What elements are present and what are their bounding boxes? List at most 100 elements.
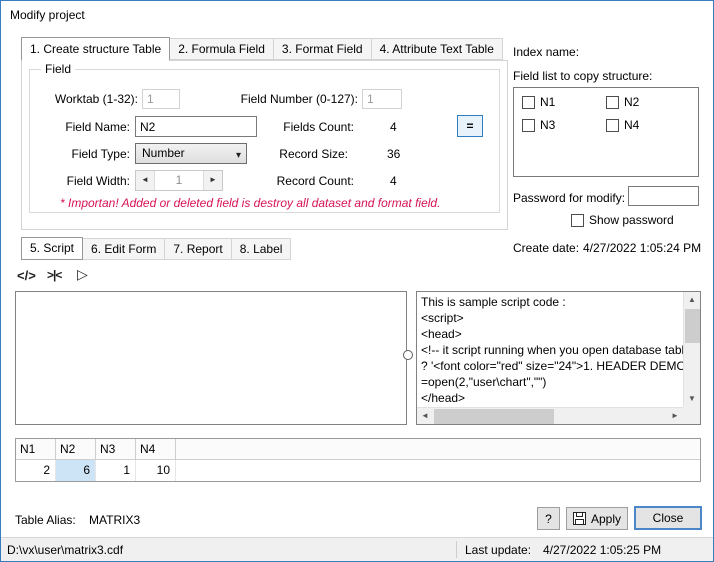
record-size-label: Record Size: bbox=[279, 147, 348, 161]
grid-data-row: 2 6 1 10 bbox=[16, 460, 700, 481]
field-name-label: Field Name: bbox=[65, 120, 130, 134]
table-alias-value: MATRIX3 bbox=[89, 513, 141, 527]
field-checkbox-n4[interactable]: N4 bbox=[606, 118, 639, 132]
grid-header-cell[interactable]: N4 bbox=[136, 439, 176, 460]
code-icon[interactable]: </> bbox=[17, 268, 36, 283]
field-groupbox-legend: Field bbox=[41, 62, 76, 76]
worktab-label: Worktab (1-32): bbox=[54, 92, 138, 106]
checkbox-icon bbox=[606, 118, 619, 132]
tab-report[interactable]: 7. Report bbox=[164, 238, 232, 260]
run-icon[interactable]: ▷ bbox=[77, 266, 88, 283]
last-update-value: 4/27/2022 1:05:25 PM bbox=[543, 543, 662, 557]
password-input[interactable] bbox=[628, 186, 699, 206]
grid-header-cell[interactable]: N1 bbox=[16, 439, 56, 460]
grid-header-cell[interactable]: N2 bbox=[56, 439, 96, 460]
checkbox-icon bbox=[571, 213, 584, 227]
apply-button[interactable]: Apply bbox=[566, 507, 628, 530]
destroy-warning-text: * Importan! Added or deleted field is de… bbox=[60, 196, 441, 210]
field-width-label: Field Width: bbox=[66, 174, 130, 188]
script-sample-box[interactable]: This is sample script code : <script> <h… bbox=[416, 291, 701, 425]
vertical-scroll-thumb[interactable] bbox=[685, 309, 700, 343]
tab-edit-form[interactable]: 6. Edit Form bbox=[82, 238, 166, 260]
scroll-down-icon[interactable]: ▼ bbox=[684, 391, 700, 407]
status-bar: D:\vx\user\matrix3.cdf Last update: 4/27… bbox=[1, 537, 713, 561]
checkbox-icon bbox=[522, 95, 535, 109]
tab-formula-field[interactable]: 2. Formula Field bbox=[169, 38, 274, 60]
checkbox-label: N3 bbox=[540, 118, 556, 132]
modify-project-dialog: Modify project 1. Create structure Table… bbox=[0, 0, 714, 562]
grid-header-row: N1 N2 N3 N4 bbox=[16, 439, 700, 460]
horizontal-scrollbar[interactable]: ◄ ► bbox=[417, 407, 683, 424]
checkbox-label: N2 bbox=[624, 95, 640, 109]
save-icon bbox=[572, 512, 586, 525]
apply-button-label: Apply bbox=[590, 511, 622, 526]
scroll-up-icon[interactable]: ▲ bbox=[684, 292, 700, 308]
help-button[interactable]: ? bbox=[537, 507, 560, 530]
table-alias-label: Table Alias: bbox=[15, 513, 76, 527]
create-date-label: Create date: bbox=[513, 241, 580, 255]
create-date-value: 4/27/2022 1:05:24 PM bbox=[583, 241, 702, 255]
fields-count-value: 4 bbox=[390, 120, 397, 134]
field-copy-listbox[interactable]: N1 N2 N3 N4 bbox=[513, 87, 699, 177]
spinner-left-arrow-icon[interactable]: ◄ bbox=[136, 171, 155, 190]
tab-label[interactable]: 8. Label bbox=[230, 238, 292, 260]
statusbar-divider bbox=[456, 541, 457, 558]
field-type-label: Field Type: bbox=[71, 147, 130, 161]
grid-cell[interactable]: 2 bbox=[16, 460, 56, 481]
collapse-icon[interactable]: >|< bbox=[47, 268, 62, 282]
grid-header-cell[interactable]: N3 bbox=[96, 439, 136, 460]
script-editor[interactable] bbox=[15, 291, 407, 425]
window-title: Modify project bbox=[10, 8, 85, 22]
field-width-spinner[interactable]: ◄ 1 ► bbox=[135, 170, 223, 191]
index-name-label: Index name: bbox=[513, 45, 580, 59]
tab-format-field[interactable]: 3. Format Field bbox=[272, 38, 372, 60]
worktab-input[interactable] bbox=[142, 89, 180, 109]
scroll-right-icon[interactable]: ► bbox=[667, 408, 683, 424]
title-bar[interactable]: Modify project bbox=[1, 1, 713, 29]
field-checkbox-n1[interactable]: N1 bbox=[522, 95, 555, 109]
field-checkbox-n2[interactable]: N2 bbox=[606, 95, 639, 109]
checkbox-icon bbox=[522, 118, 535, 132]
grid-header-filler bbox=[176, 439, 700, 460]
chevron-down-icon: ▾ bbox=[235, 150, 241, 161]
data-grid: N1 N2 N3 N4 2 6 1 10 bbox=[15, 438, 701, 482]
field-width-value: 1 bbox=[175, 173, 183, 187]
horizontal-scroll-thumb[interactable] bbox=[434, 409, 554, 424]
tab-attribute-text-table[interactable]: 4. Attribute Text Table bbox=[370, 38, 503, 60]
close-button[interactable]: Close bbox=[634, 506, 702, 530]
grid-cell-selected[interactable]: 6 bbox=[56, 460, 96, 481]
spinner-right-arrow-icon[interactable]: ► bbox=[203, 171, 222, 190]
last-update-label: Last update: bbox=[465, 543, 532, 557]
field-checkbox-n3[interactable]: N3 bbox=[522, 118, 555, 132]
copy-structure-label: Field list to copy structure: bbox=[513, 69, 653, 83]
record-count-value: 4 bbox=[390, 174, 397, 188]
structure-tabstrip: 1. Create structure Table 2. Formula Fie… bbox=[21, 37, 503, 61]
field-number-input[interactable] bbox=[362, 89, 402, 109]
tab-create-structure-table[interactable]: 1. Create structure Table bbox=[21, 37, 171, 61]
record-count-label: Record Count: bbox=[276, 174, 354, 188]
field-type-value: Number bbox=[142, 146, 185, 160]
splitter-handle[interactable] bbox=[403, 350, 413, 360]
show-password-checkbox[interactable]: Show password bbox=[571, 213, 674, 227]
checkbox-icon bbox=[606, 95, 619, 109]
record-size-value: 36 bbox=[387, 147, 401, 161]
grid-cell[interactable]: 1 bbox=[96, 460, 136, 481]
field-type-select[interactable]: Number ▾ bbox=[135, 143, 247, 164]
field-groupbox: Field Worktab (1-32): Field Number (0-12… bbox=[29, 62, 500, 213]
show-password-label: Show password bbox=[589, 213, 674, 227]
script-sample-text: This is sample script code : <script> <h… bbox=[421, 295, 683, 405]
fields-count-label: Fields Count: bbox=[283, 120, 354, 134]
equals-button[interactable]: = bbox=[457, 115, 483, 137]
field-number-label: Field Number (0-127): bbox=[240, 92, 358, 106]
field-name-input[interactable] bbox=[135, 116, 257, 137]
script-tabstrip: 5. Script 6. Edit Form 7. Report 8. Labe… bbox=[21, 237, 292, 260]
tab-script[interactable]: 5. Script bbox=[21, 237, 84, 260]
password-label: Password for modify: bbox=[513, 191, 626, 205]
file-path-text: D:\vx\user\matrix3.cdf bbox=[7, 543, 124, 557]
scroll-left-icon[interactable]: ◄ bbox=[417, 408, 433, 424]
checkbox-label: N1 bbox=[540, 95, 556, 109]
vertical-scrollbar[interactable]: ▲ ▼ bbox=[683, 292, 700, 407]
scrollbar-corner bbox=[683, 407, 700, 424]
grid-row-filler bbox=[176, 460, 700, 481]
grid-cell[interactable]: 10 bbox=[136, 460, 176, 481]
